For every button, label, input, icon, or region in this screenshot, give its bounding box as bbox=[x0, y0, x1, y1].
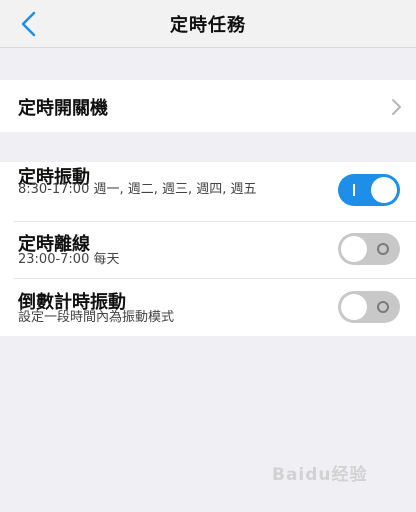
countdown-vibration-toggle[interactable] bbox=[338, 291, 400, 323]
timer-power-section: 定時開關機 bbox=[0, 80, 416, 132]
timed-offline-toggle[interactable] bbox=[338, 233, 400, 265]
timer-power-row[interactable]: 定時開關機 bbox=[0, 80, 416, 132]
navigation-bar: 定時任務 bbox=[0, 0, 416, 48]
countdown-vibration-row: 倒數計時振動 設定一段時間內為振動模式 bbox=[0, 279, 416, 336]
page-title: 定時任務 bbox=[170, 15, 246, 36]
timed-vibration-schedule: 8:30-17:00 週一, 週二, 週三, 週四, 週五 bbox=[18, 182, 257, 197]
watermark-text: Baidu经验 bbox=[272, 465, 368, 485]
toggle-off-mark bbox=[377, 243, 389, 255]
toggle-knob bbox=[371, 177, 397, 203]
toggle-on-mark bbox=[353, 184, 355, 196]
timed-offline-schedule: 23:00-7:00 每天 bbox=[18, 252, 120, 267]
toggle-off-mark bbox=[377, 301, 389, 313]
toggle-knob bbox=[341, 294, 367, 320]
toggle-knob bbox=[341, 236, 367, 262]
timed-offline-row: 定時離線 23:00-7:00 每天 bbox=[0, 222, 416, 278]
chevron-right-icon bbox=[392, 99, 401, 115]
schedule-section: 定時振動 8:30-17:00 週一, 週二, 週三, 週四, 週五 定時離線 … bbox=[0, 162, 416, 336]
baidu-watermark: Baidu经验 bbox=[272, 458, 402, 490]
countdown-vibration-description: 設定一段時間內為振動模式 bbox=[18, 310, 175, 325]
timed-vibration-toggle[interactable] bbox=[338, 174, 400, 206]
timer-power-label: 定時開關機 bbox=[18, 98, 108, 119]
timed-vibration-row: 定時振動 8:30-17:00 週一, 週二, 週三, 週四, 週五 bbox=[0, 162, 416, 220]
